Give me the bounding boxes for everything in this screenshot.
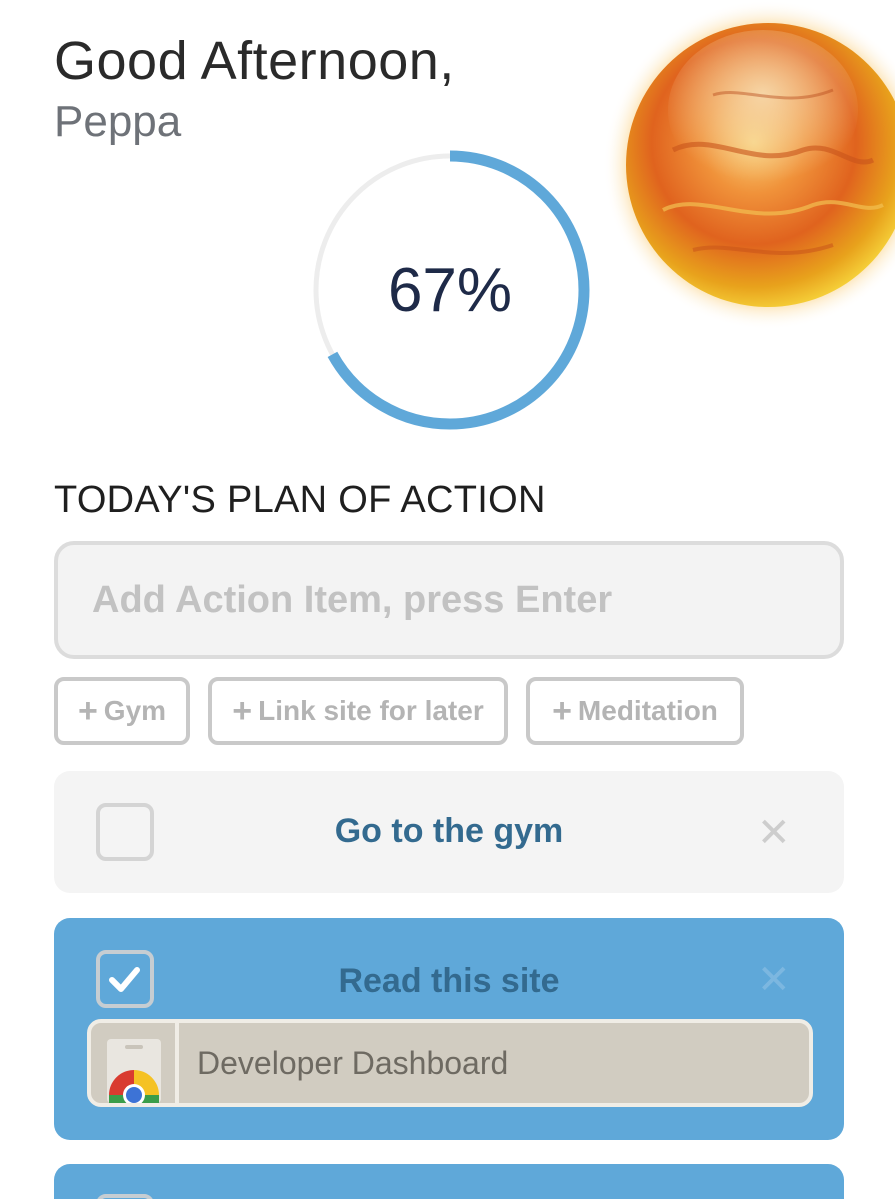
quick-add-label: Meditation: [577, 695, 718, 726]
linked-site-title: Developer Dashboard: [197, 1045, 509, 1081]
progress-percent: 67%: [387, 255, 513, 325]
sun-icon: [603, 0, 895, 330]
linked-site-card[interactable]: Developer Dashboard: [87, 1019, 813, 1107]
section-title: TODAY'S PLAN OF ACTION: [54, 479, 546, 521]
task-title: Go to the gym: [334, 812, 564, 850]
chrome-icon: [91, 1023, 179, 1103]
quick-add-gym-button[interactable]: + Gym: [54, 677, 190, 745]
chrome-logo: [107, 1039, 161, 1103]
task-item: Go to the gym ✕: [54, 771, 844, 893]
quick-add-meditation-button[interactable]: + Meditation: [526, 677, 744, 745]
task-item: [54, 1164, 844, 1199]
dashboard-page: Good Afternoon, Peppa 67% TODAY'S PLAN O…: [0, 0, 895, 1199]
task-title: Read this site: [338, 962, 560, 1000]
plus-icon: +: [552, 692, 572, 730]
close-icon[interactable]: ✕: [757, 960, 791, 1000]
task-item-completed: Read this site ✕ Developer Dashboard: [54, 918, 844, 1140]
add-action-item-input[interactable]: [54, 541, 844, 659]
quick-add-label: Link site for later: [258, 695, 484, 726]
quick-add-label: Gym: [103, 695, 167, 726]
user-name: Peppa: [54, 97, 182, 146]
quick-add-link-button[interactable]: + Link site for later: [208, 677, 508, 745]
plus-icon: +: [232, 692, 253, 730]
close-icon[interactable]: ✕: [757, 813, 791, 853]
greeting-text: Good Afternoon,: [54, 31, 455, 91]
task-checkbox[interactable]: [96, 1194, 154, 1199]
plus-icon: +: [77, 692, 98, 730]
